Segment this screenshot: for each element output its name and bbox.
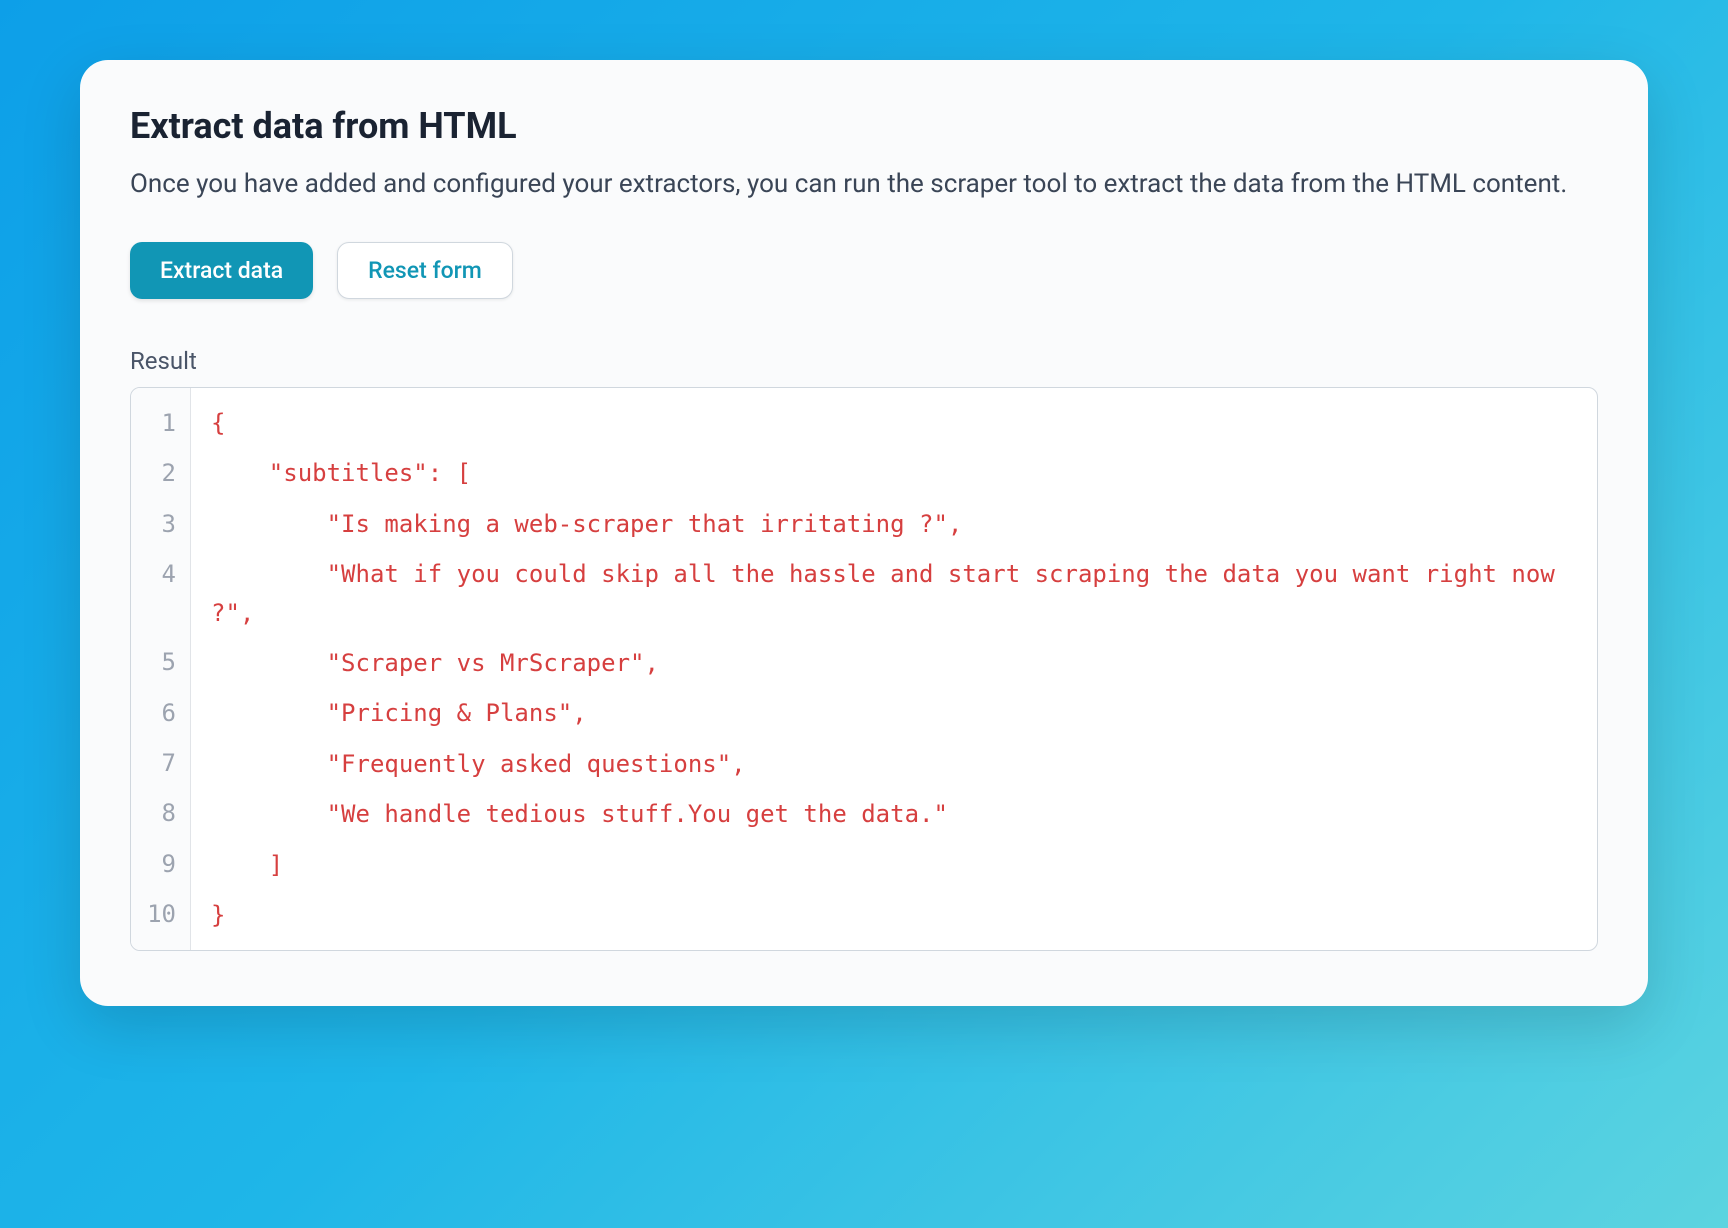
line-number: 8 xyxy=(131,788,190,838)
code-line: "Frequently asked questions", xyxy=(191,739,1597,789)
code-content[interactable]: { "subtitles": [ "Is making a web-scrape… xyxy=(191,388,1597,950)
code-line: "Is making a web-scraper that irritating… xyxy=(191,499,1597,549)
code-line: "subtitles": [ xyxy=(191,448,1597,498)
code-line: "Scraper vs MrScraper", xyxy=(191,638,1597,688)
page-title: Extract data from HTML xyxy=(130,105,1598,147)
extract-card: Extract data from HTML Once you have add… xyxy=(80,60,1648,1006)
code-line: ] xyxy=(191,840,1597,890)
code-line: "What if you could skip all the hassle a… xyxy=(191,549,1597,638)
line-number: 3 xyxy=(131,499,190,549)
line-number: 1 xyxy=(131,398,190,448)
line-number-gutter: 1 2 3 4 5 6 7 8 9 10 xyxy=(131,388,191,950)
code-line: } xyxy=(191,890,1597,940)
line-number: 5 xyxy=(131,637,190,687)
line-number: 9 xyxy=(131,839,190,889)
reset-form-button[interactable]: Reset form xyxy=(337,242,513,299)
code-line: { xyxy=(191,398,1597,448)
code-line: "We handle tedious stuff.You get the dat… xyxy=(191,789,1597,839)
code-line: "Pricing & Plans", xyxy=(191,688,1597,738)
button-row: Extract data Reset form xyxy=(130,242,1598,299)
result-code-editor[interactable]: 1 2 3 4 5 6 7 8 9 10 { "subtitles": [ "I… xyxy=(130,387,1598,951)
line-number: 4 xyxy=(131,549,190,637)
result-label: Result xyxy=(130,347,1598,375)
extract-data-button[interactable]: Extract data xyxy=(130,242,313,299)
line-number: 6 xyxy=(131,688,190,738)
line-number: 10 xyxy=(131,889,190,939)
page-description: Once you have added and configured your … xyxy=(130,165,1598,204)
line-number: 7 xyxy=(131,738,190,788)
line-number: 2 xyxy=(131,448,190,498)
